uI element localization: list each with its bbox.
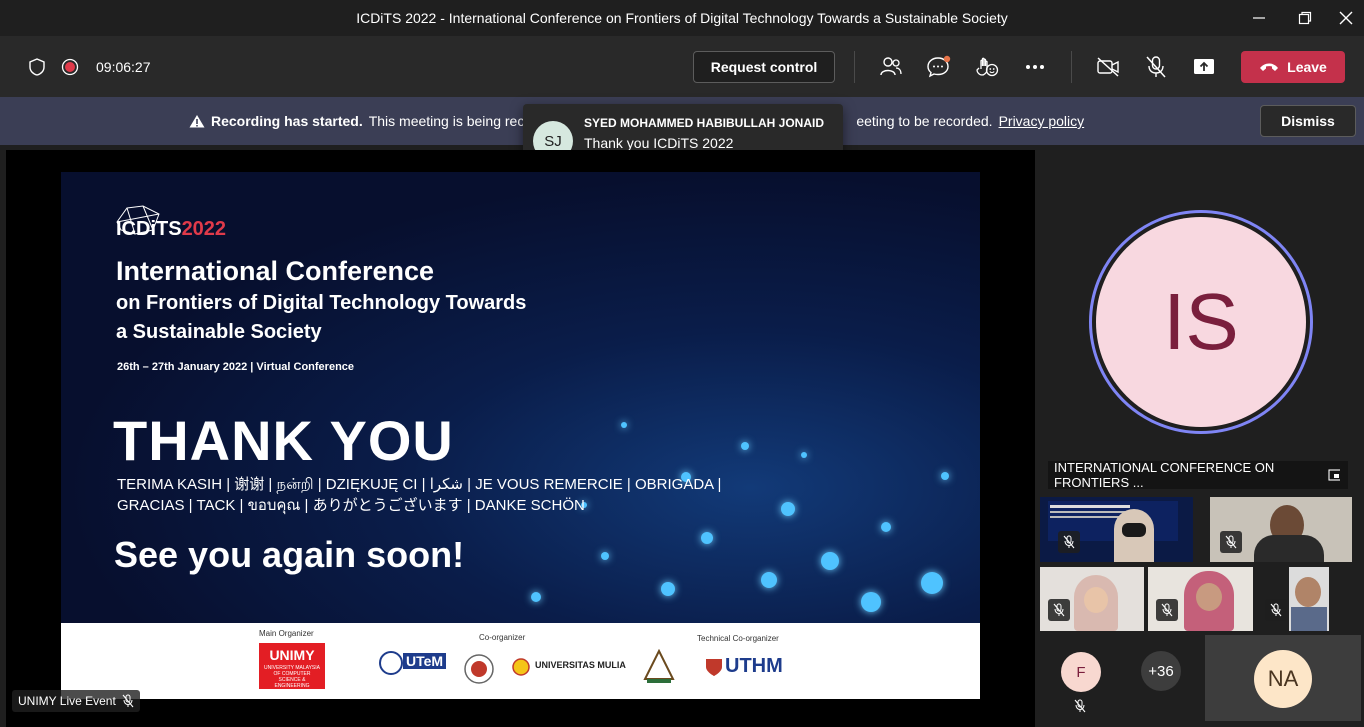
recording-icon (59, 56, 81, 78)
unimy-logo: UNIMY UNIVERSITY MALAYSIA OF COMPUTER SC… (259, 643, 325, 689)
uthm-logo: UTHM (705, 655, 785, 681)
participant-video-tile[interactable] (1040, 567, 1144, 631)
mic-off-icon (1220, 531, 1242, 553)
active-speaker-avatar[interactable]: IS (1089, 210, 1313, 434)
participant-video-tile[interactable] (1289, 567, 1329, 631)
toolbar-divider (854, 51, 855, 83)
slide-see-you: See you again soon! (114, 534, 465, 575)
title-bar: ICDiTS 2022 - International Conference o… (0, 0, 1364, 36)
presentation-slide: ICDiTS2022 International Conference on F… (61, 172, 980, 699)
reactions-icon[interactable] (973, 54, 1001, 80)
banner-text-tail: eeting to be recorded. (856, 113, 993, 129)
leave-label: Leave (1287, 59, 1327, 75)
meeting-toolbar: 09:06:27 Request control Leave (0, 36, 1364, 97)
slide-organizers: Main Organizer Co-organizer Technical Co… (61, 623, 980, 699)
more-participants-button[interactable]: +36 (1141, 651, 1181, 691)
mic-off-icon (1265, 599, 1287, 621)
shared-content-label[interactable]: INTERNATIONAL CONFERENCE ON FRONTIERS ..… (1048, 460, 1348, 490)
participant-avatar-na: NA (1254, 650, 1312, 708)
participant-video-tile[interactable] (1210, 497, 1352, 562)
leave-button[interactable]: Leave (1241, 51, 1345, 83)
minimize-icon[interactable] (1247, 6, 1271, 30)
people-icon[interactable] (878, 54, 904, 80)
mic-off-icon (1058, 531, 1080, 553)
utem-logo: UTeM (379, 651, 447, 681)
mulia-logo: UNIVERSITAS MULIA (511, 657, 626, 677)
warning-icon (189, 115, 205, 128)
maximize-icon[interactable] (1293, 6, 1317, 30)
participant-video-tile[interactable] (1040, 497, 1193, 562)
banner-bold: Recording has started. (211, 113, 363, 129)
sender-name: SYED MOHAMMED HABIBULLAH JONAID (584, 116, 824, 130)
participant-avatar-f[interactable]: F (1061, 652, 1101, 692)
mic-off-icon (1048, 599, 1070, 621)
privacy-policy-link[interactable]: Privacy policy (999, 113, 1085, 129)
more-options-icon[interactable] (1022, 54, 1048, 80)
close-icon[interactable] (1334, 6, 1358, 30)
tech-co-organizer-emblem-icon (639, 648, 679, 687)
mic-off-icon (122, 694, 134, 708)
camera-off-icon[interactable] (1094, 54, 1122, 80)
slide-title-line1: International Conference (116, 256, 435, 286)
slide-title-line3: a Sustainable Society (116, 321, 322, 343)
dismiss-button[interactable]: Dismiss (1260, 105, 1356, 137)
shared-content-title: INTERNATIONAL CONFERENCE ON FRONTIERS ..… (1054, 460, 1275, 490)
slide-thank-you: THANK YOU (113, 409, 454, 472)
slide-background: ICDiTS2022 International Conference on F… (61, 172, 980, 623)
window-title: ICDiTS 2022 - International Conference o… (356, 10, 1008, 26)
share-screen-icon[interactable] (1191, 54, 1217, 80)
chat-icon[interactable] (925, 54, 953, 80)
chat-message: Thank you ICDiTS 2022 (584, 135, 734, 151)
participant-tile-na[interactable]: NA (1205, 635, 1361, 721)
tech-co-organizer-label: Technical Co-organizer (697, 634, 779, 643)
phone-hangup-icon (1260, 63, 1279, 71)
shield-icon[interactable] (26, 56, 48, 78)
pop-out-icon[interactable] (1328, 469, 1340, 481)
co-organizer-label: Co-organizer (479, 633, 526, 642)
toolbar-divider (1071, 51, 1072, 83)
mic-off-icon (1156, 599, 1178, 621)
slide-logo: ICDiTS2022 (116, 218, 227, 240)
co-organizer-seal-icon (463, 653, 495, 685)
live-event-label: UNIMY Live Event (12, 690, 140, 712)
slide-title-line2: on Frontiers of Digital Technology Towar… (116, 292, 527, 314)
participant-video-tile[interactable] (1148, 567, 1253, 631)
speaker-initials: IS (1096, 217, 1306, 427)
slide-date: 26th – 27th January 2022 | Virtual Confe… (117, 361, 355, 373)
request-control-button[interactable]: Request control (693, 51, 835, 83)
slide-languages-line2: GRACIAS | TACK | ขอบคุณ | ありがとうございます | D… (117, 497, 585, 514)
meeting-timer: 09:06:27 (96, 59, 151, 75)
mic-off-icon (1074, 699, 1086, 718)
mic-off-icon[interactable] (1143, 54, 1169, 80)
live-event-name: UNIMY Live Event (18, 694, 116, 708)
slide-languages-line1: TERIMA KASIH | 谢谢 | நன்றி | DZIĘKUJĘ CI … (117, 476, 722, 493)
main-organizer-label: Main Organizer (259, 629, 314, 638)
banner-text: This meeting is being rec (368, 113, 525, 129)
